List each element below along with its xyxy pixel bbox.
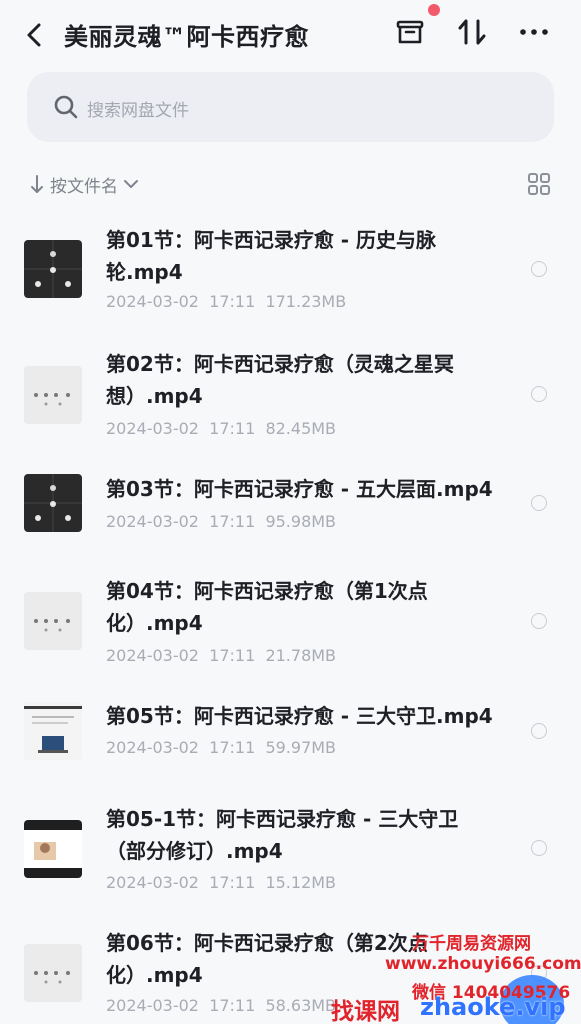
file-folder-screen: 美丽灵魂™阿卡西疗愈 搜索网盘文件 按文件名 第01节：阿卡西记录疗愈 - 历史… [0, 0, 581, 1024]
watermark-brand: 找课网 [331, 999, 400, 1024]
select-radio[interactable] [531, 495, 547, 511]
file-meta: 2024-03-02 17:11 21.78MB [106, 646, 336, 665]
file-size: 15.12MB [265, 873, 337, 892]
select-radio[interactable] [531, 613, 547, 629]
video-thumbnail [24, 702, 82, 760]
file-size: 59.97MB [265, 738, 337, 757]
file-name: 第05节：阿卡西记录疗愈 - 三大守卫.mp4 [106, 704, 493, 728]
file-name: 第03节：阿卡西记录疗愈 - 五大层面.mp4 [106, 477, 493, 501]
file-meta: 2024-03-02 17:11 95.98MB [106, 512, 336, 531]
video-thumbnail [24, 474, 82, 532]
file-date: 2024-03-02 [106, 996, 199, 1015]
file-meta: 2024-03-02 17:11 171.23MB [106, 292, 346, 311]
search-input[interactable]: 搜索网盘文件 [27, 72, 554, 142]
sort-label: 按文件名 [50, 176, 118, 197]
file-size: 171.23MB [265, 292, 347, 311]
more-options-icon[interactable] [518, 16, 550, 48]
file-size: 82.45MB [265, 419, 337, 438]
file-size: 21.78MB [265, 646, 337, 665]
file-time: 17:11 [209, 738, 256, 757]
video-thumbnail [24, 944, 82, 1002]
search-icon [54, 95, 78, 119]
arrow-down-icon [31, 175, 43, 193]
file-meta: 2024-03-02 17:11 59.97MB [106, 738, 336, 757]
file-time: 17:11 [209, 419, 256, 438]
file-size: 58.63MB [265, 996, 337, 1015]
file-time: 17:11 [209, 646, 256, 665]
file-time: 17:11 [209, 512, 256, 531]
search-placeholder: 搜索网盘文件 [87, 101, 189, 121]
file-name: 第04节：阿卡西记录疗愈（第1次点化）.mp4 [106, 579, 428, 635]
file-date: 2024-03-02 [106, 873, 199, 892]
watermark-brand-url: zhaoke.vip [420, 993, 566, 1021]
file-date: 2024-03-02 [106, 512, 199, 531]
watermark-text: 万千周易资源网 [412, 934, 531, 954]
file-meta: 2024-03-02 17:11 15.12MB [106, 873, 336, 892]
notification-dot [428, 4, 440, 16]
watermark-url: www.zhouyi666.com [385, 954, 581, 974]
video-thumbnail [24, 592, 82, 650]
file-time: 17:11 [209, 873, 256, 892]
file-date: 2024-03-02 [106, 419, 199, 438]
page-title: 美丽灵魂™阿卡西疗愈 [64, 23, 309, 51]
file-name: 第05-1节：阿卡西记录疗愈 - 三大守卫（部分修订）.mp4 [106, 807, 459, 863]
file-name: 第01节：阿卡西记录疗愈 - 历史与脉轮.mp4 [106, 228, 437, 284]
select-radio[interactable] [531, 386, 547, 402]
grid-view-icon[interactable] [527, 172, 551, 196]
file-name: 第02节：阿卡西记录疗愈（灵魂之星冥想）.mp4 [106, 352, 454, 408]
video-thumbnail [24, 820, 82, 878]
file-date: 2024-03-02 [106, 292, 199, 311]
sort-by-name-dropdown[interactable]: 按文件名 [28, 170, 140, 198]
file-meta: 2024-03-02 17:11 82.45MB [106, 419, 336, 438]
back-arrow-icon[interactable] [22, 20, 48, 50]
file-date: 2024-03-02 [106, 738, 199, 757]
file-meta: 2024-03-02 17:11 58.63MB [106, 996, 336, 1015]
select-radio[interactable] [531, 261, 547, 277]
select-radio[interactable] [531, 840, 547, 856]
file-time: 17:11 [209, 292, 256, 311]
chevron-down-icon [124, 180, 138, 188]
file-time: 17:11 [209, 996, 256, 1015]
archive-box-icon[interactable] [394, 16, 426, 48]
top-bar: 美丽灵魂™阿卡西疗愈 [0, 0, 581, 66]
video-thumbnail [24, 366, 82, 424]
file-size: 95.98MB [265, 512, 337, 531]
file-date: 2024-03-02 [106, 646, 199, 665]
video-thumbnail [24, 240, 82, 298]
sort-swap-icon[interactable] [456, 16, 488, 48]
select-radio[interactable] [531, 723, 547, 739]
